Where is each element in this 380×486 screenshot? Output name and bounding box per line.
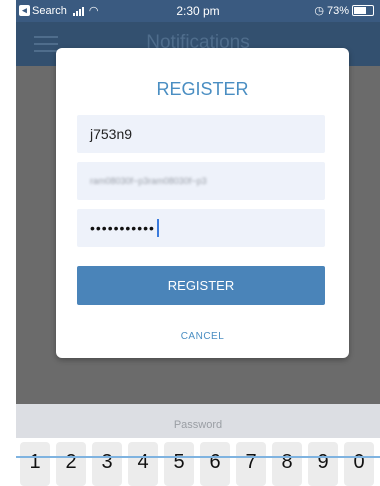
key-0[interactable]: 0 (344, 442, 374, 486)
key-6[interactable]: 6 (200, 442, 230, 486)
keyboard-top-strip (16, 456, 380, 458)
key-7[interactable]: 7 (236, 442, 266, 486)
key-4[interactable]: 4 (128, 442, 158, 486)
status-right: ◷ 73% (314, 4, 374, 17)
email-value: ram08030f~p3ram08030f~p3 (90, 176, 207, 186)
email-field[interactable]: ram08030f~p3ram08030f~p3 (77, 162, 325, 200)
text-caret (156, 219, 159, 237)
key-3[interactable]: 3 (92, 442, 122, 486)
status-bar: ◂ Search ◠ 2:30 pm ◷ 73% (16, 0, 380, 22)
cancel-button[interactable]: CANCEL (56, 330, 349, 343)
alarm-icon: ◷ (314, 5, 324, 17)
key-5[interactable]: 5 (164, 442, 194, 486)
password-field[interactable]: ••••••••••• (77, 209, 325, 247)
register-button[interactable]: REGISTER (77, 266, 325, 305)
username-field[interactable]: j753n9 (77, 115, 325, 153)
keyboard-field-label: Password (173, 419, 223, 431)
app-screen: ◂ Search ◠ 2:30 pm ◷ 73% Notifications R… (16, 0, 380, 456)
register-dialog: REGISTER j753n9 ram08030f~p3ram08030f~p3… (56, 48, 349, 358)
battery-fill (354, 7, 366, 14)
username-value: j753n9 (90, 126, 133, 142)
battery-icon (352, 5, 374, 16)
key-2[interactable]: 2 (56, 442, 86, 486)
key-1[interactable]: 1 (20, 442, 50, 486)
dialog-title: REGISTER (156, 79, 249, 99)
number-key-row: 1 2 3 4 5 6 7 8 9 0 (16, 438, 380, 486)
key-8[interactable]: 8 (272, 442, 302, 486)
key-9[interactable]: 9 (308, 442, 338, 486)
password-value: ••••••••••• (90, 220, 155, 236)
battery-percent: 73% (326, 4, 349, 17)
